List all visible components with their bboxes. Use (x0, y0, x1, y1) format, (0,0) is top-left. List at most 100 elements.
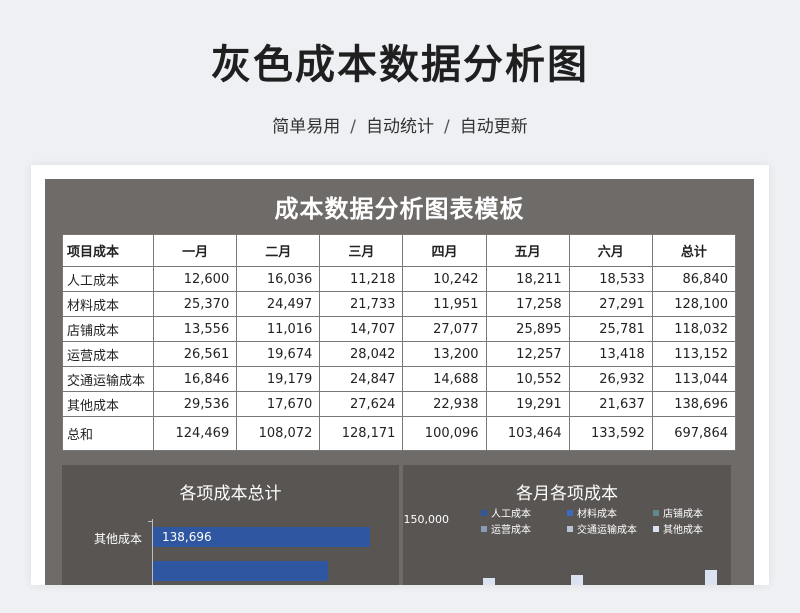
value-cell[interactable]: 22,938 (402, 391, 487, 417)
legend-swatch (567, 510, 573, 516)
value-cell[interactable]: 13,200 (402, 341, 487, 367)
value-cell[interactable]: 12,257 (485, 341, 570, 367)
separator: / (444, 117, 450, 137)
value-cell[interactable]: 138,696 (651, 391, 737, 417)
column-header[interactable]: 六月 (568, 234, 653, 267)
legend-item: 其他成本 (653, 521, 703, 536)
legend-label: 材料成本 (577, 509, 617, 520)
value-cell[interactable]: 14,688 (402, 366, 487, 392)
table-row: 人工成本 12,600 16,036 11,218 10,242 18,211 18,533… (61, 266, 737, 292)
legend-label: 店铺成本 (663, 509, 703, 520)
value-cell[interactable]: 124,469 (153, 416, 238, 451)
value-cell[interactable]: 10,242 (402, 266, 487, 292)
column-header[interactable]: 总计 (651, 234, 737, 267)
legend-label: 其他成本 (663, 525, 703, 536)
legend-swatch (567, 526, 573, 532)
value-cell[interactable]: 118,032 (651, 316, 737, 342)
legend-item: 材料成本 (567, 505, 617, 520)
total-cost-chart: 各项成本总计 其他成本 138,696 (62, 465, 399, 585)
value-cell[interactable]: 10,552 (485, 366, 570, 392)
value-cell[interactable]: 29,536 (153, 391, 238, 417)
value-cell[interactable]: 25,781 (568, 316, 653, 342)
column-header[interactable]: 二月 (236, 234, 321, 267)
table-row: 其他成本 29,536 17,670 27,624 22,938 19,291 21,637… (61, 391, 737, 417)
value-cell[interactable]: 26,932 (568, 366, 653, 392)
legend-item: 交通运输成本 (567, 521, 637, 536)
value-cell[interactable]: 133,592 (568, 416, 653, 451)
value-cell[interactable]: 13,418 (568, 341, 653, 367)
row-label-cell[interactable]: 交通运输成本 (61, 366, 155, 392)
value-cell[interactable]: 24,497 (236, 291, 321, 317)
value-cell[interactable]: 17,258 (485, 291, 570, 317)
value-cell[interactable]: 86,840 (651, 266, 737, 292)
value-cell[interactable]: 18,533 (568, 266, 653, 292)
row-label-cell[interactable]: 其他成本 (61, 391, 155, 417)
legend-swatch (481, 526, 487, 532)
row-label-cell[interactable]: 运营成本 (61, 341, 155, 367)
value-cell[interactable]: 27,291 (568, 291, 653, 317)
row-label-cell[interactable]: 总和 (61, 416, 155, 451)
value-cell[interactable]: 24,847 (319, 366, 404, 392)
page-title: 灰色成本数据分析图 (211, 42, 589, 88)
value-cell[interactable]: 26,561 (153, 341, 238, 367)
value-cell[interactable]: 16,846 (153, 366, 238, 392)
value-cell[interactable]: 13,556 (153, 316, 238, 342)
chart-title: 各项成本总计 (179, 484, 282, 504)
value-cell[interactable]: 21,637 (568, 391, 653, 417)
row-label-cell[interactable]: 材料成本 (61, 291, 155, 317)
value-cell[interactable]: 11,951 (402, 291, 487, 317)
value-cell[interactable]: 697,864 (651, 416, 737, 451)
data-label: 138,696 (162, 530, 212, 544)
legend-swatch (481, 510, 487, 516)
table-header-row: 项目成本 一月 二月 三月 四月 五月 六月 总计 (61, 234, 737, 267)
value-cell[interactable]: 17,670 (236, 391, 321, 417)
row-label-cell[interactable]: 店铺成本 (61, 316, 155, 342)
bar (571, 575, 583, 585)
column-header[interactable]: 项目成本 (61, 234, 155, 267)
value-cell[interactable]: 113,044 (651, 366, 737, 392)
value-cell[interactable]: 27,624 (319, 391, 404, 417)
value-cell[interactable]: 113,152 (651, 341, 737, 367)
table-row: 运营成本 26,561 19,674 28,042 13,200 12,257 13,418… (61, 341, 737, 367)
value-cell[interactable]: 128,171 (319, 416, 404, 451)
total-row: 总和 124,469 108,072 128,171 100,096 103,464 133… (61, 416, 737, 451)
column-header[interactable]: 五月 (485, 234, 570, 267)
separator: / (350, 117, 356, 137)
legend-item: 店铺成本 (653, 505, 703, 520)
bar (153, 561, 328, 581)
value-cell[interactable]: 28,042 (319, 341, 404, 367)
value-cell[interactable]: 25,895 (485, 316, 570, 342)
value-cell[interactable]: 19,674 (236, 341, 321, 367)
value-cell[interactable]: 108,072 (236, 416, 321, 451)
value-cell[interactable]: 11,016 (236, 316, 321, 342)
legend-swatch (653, 510, 659, 516)
legend-item: 人工成本 (481, 505, 531, 520)
legend-item: 运营成本 (481, 521, 531, 536)
column-header[interactable]: 四月 (402, 234, 487, 267)
value-cell[interactable]: 11,218 (319, 266, 404, 292)
value-cell[interactable]: 21,733 (319, 291, 404, 317)
value-cell[interactable]: 27,077 (402, 316, 487, 342)
row-label-cell[interactable]: 人工成本 (61, 266, 155, 292)
value-cell[interactable]: 14,707 (319, 316, 404, 342)
value-cell[interactable]: 16,036 (236, 266, 321, 292)
y-tick-label: 150,000 (403, 513, 450, 526)
value-cell[interactable]: 103,464 (485, 416, 570, 451)
value-cell[interactable]: 18,211 (485, 266, 570, 292)
value-cell[interactable]: 12,600 (153, 266, 238, 292)
table-row: 店铺成本 13,556 11,016 14,707 27,077 25,895 25,781… (61, 316, 737, 342)
value-cell[interactable]: 19,291 (485, 391, 570, 417)
column-header[interactable]: 一月 (153, 234, 238, 267)
value-cell[interactable]: 19,179 (236, 366, 321, 392)
value-cell[interactable]: 100,096 (402, 416, 487, 451)
value-cell[interactable]: 128,100 (651, 291, 737, 317)
column-header[interactable]: 三月 (319, 234, 404, 267)
feature-auto-stats: 自动统计 (366, 117, 434, 137)
legend-label: 运营成本 (491, 525, 531, 536)
value-cell[interactable]: 25,370 (153, 291, 238, 317)
legend-label: 交通运输成本 (577, 525, 637, 536)
table-row: 材料成本 25,370 24,497 21,733 11,951 17,258 27,291… (61, 291, 737, 317)
chart-title: 各月各项成本 (516, 484, 618, 504)
table-row: 交通运输成本 16,846 19,179 24,847 14,688 10,552 26,9… (61, 366, 737, 392)
spreadsheet-sheet: 成本数据分析图表模板 项目成本 一月 二月 三月 四月 五月 六月 总计 人工成… (45, 179, 754, 585)
